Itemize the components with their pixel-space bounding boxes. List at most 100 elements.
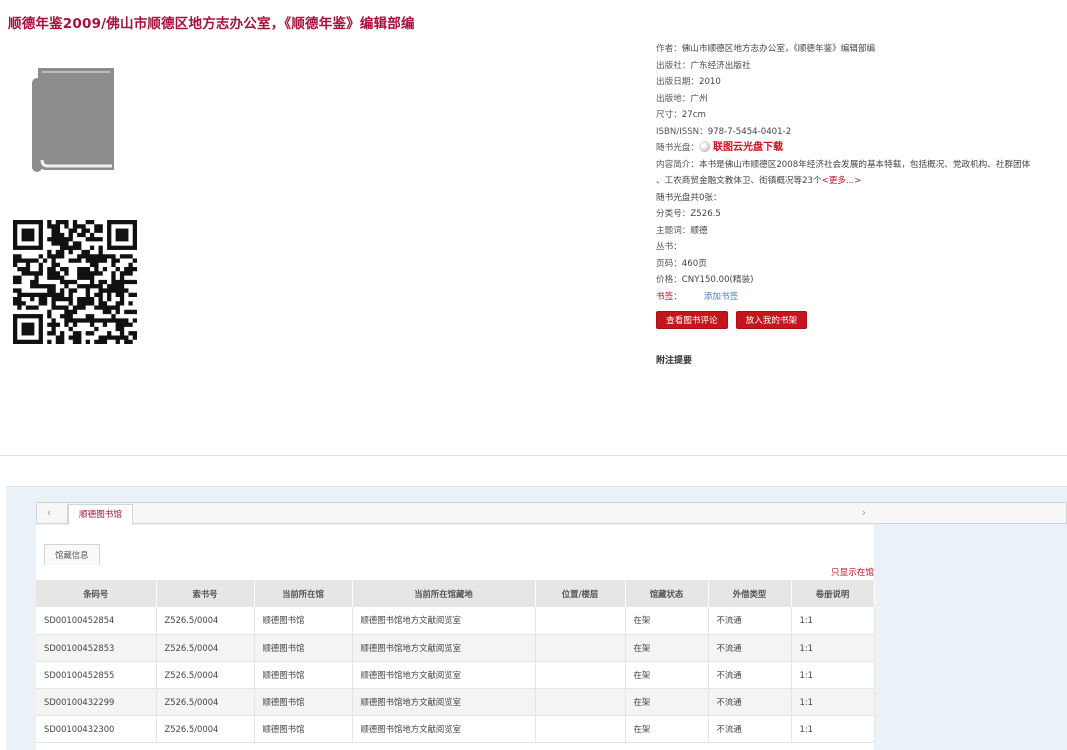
col-barcode: 条码号: [36, 580, 157, 607]
library-cell: 顺德图书馆: [254, 634, 353, 662]
barcode-cell: SD00100452855: [36, 661, 157, 689]
isbn-row: ISBN/ISSN：978-7-5454-0401-2: [656, 126, 792, 137]
location-cell: 顺德图书馆地方文献阅览室: [352, 634, 536, 662]
status-cell: 在架: [625, 661, 709, 689]
location-cell: 顺德图书馆地方文献阅览室: [352, 688, 536, 716]
call-number-cell: Z526.5/0004: [156, 634, 255, 662]
subject: 顺德: [690, 225, 708, 236]
col-floor: 位置/楼层: [535, 580, 626, 607]
table-row: SD00100452854 Z526.5/0004 顺德图书馆 顺德图书馆地方文…: [36, 607, 875, 635]
volume-cell: 1:1: [791, 688, 875, 716]
loan-type-cell: 不流通: [708, 607, 792, 635]
tags-row: 书签： 添加书签: [656, 291, 739, 302]
floor-cell: [535, 661, 626, 689]
status-cell: 在架: [625, 715, 709, 743]
publish-place: 广州: [690, 93, 708, 104]
series-row: 丛书：: [656, 242, 682, 252]
volume-cell: 1:1: [791, 607, 875, 635]
library-tabbar: ‹ 顺德图书馆 ›: [36, 502, 1067, 525]
col-call-number: 索书号: [156, 580, 255, 607]
book-size: 27cm: [681, 110, 706, 120]
qr-code-icon: [13, 220, 137, 344]
volume-cell: 1:1: [791, 634, 875, 662]
price: CNY150.00(精装): [681, 275, 754, 285]
library-cell: 顺德图书馆: [254, 688, 353, 716]
loan-type-cell: 不流通: [708, 715, 792, 743]
tab-library[interactable]: 顺德图书馆: [68, 504, 133, 525]
notes-heading: 附注提要: [656, 356, 693, 366]
add-bookmark-link[interactable]: 添加书签: [704, 292, 738, 302]
tab-holdings-info[interactable]: 馆藏信息: [44, 544, 100, 565]
summary-row-1: 内容简介：本书是佛山市顺德区2008年经济社会发展的基本特载，包括概况、党政机构…: [656, 159, 1031, 170]
floor-cell: [535, 688, 626, 716]
price-row: 价格：CNY150.00(精装): [656, 275, 754, 285]
location-cell: 顺德图书馆地方文献阅览室: [352, 715, 536, 743]
volume-cell: 1:1: [791, 661, 875, 689]
barcode-cell: SD00100432299: [36, 688, 157, 716]
size-row: 尺寸：27cm: [656, 110, 706, 120]
tab-scroll-left-icon[interactable]: ‹: [43, 506, 55, 519]
status-cell: 在架: [625, 688, 709, 716]
call-number-cell: Z526.5/0004: [156, 688, 255, 716]
summary-more-link[interactable]: <更多...>: [822, 176, 862, 186]
location-cell: 顺德图书馆地方文献阅览室: [352, 607, 536, 635]
table-row: SD00100452853 Z526.5/0004 顺德图书馆 顺德图书馆地方文…: [36, 634, 875, 662]
author-row: 作者：佛山市顺德区地方志办公室，《顺德年鉴》编辑部编: [656, 44, 876, 54]
view-reviews-button[interactable]: 查看图书评论: [656, 311, 728, 329]
status-cell: 在架: [625, 607, 709, 635]
place-row: 出版地：广州: [656, 93, 708, 104]
table-row: SD00100452855 Z526.5/0004 顺德图书馆 顺德图书馆地方文…: [36, 661, 875, 689]
publish-date: 2010: [698, 77, 721, 87]
disc-count-row: 随书光盘共0张：: [656, 192, 722, 203]
disc-download-link[interactable]: 联图云光盘下载: [713, 142, 783, 153]
call-number-cell: Z526.5/0004: [156, 607, 255, 635]
location-cell: 顺德图书馆地方文献阅览室: [352, 661, 536, 689]
pages-row: 页码：460页: [656, 258, 707, 269]
isbn: 978-7-5454-0401-2: [707, 126, 792, 137]
holdings-table: 条码号 索书号 当前所在馆 当前所在馆藏地 位置/楼层 馆藏状态 外借类型 卷册…: [36, 580, 875, 743]
subject-row: 主题词：顺德: [656, 225, 708, 236]
loan-type-cell: 不流通: [708, 661, 792, 689]
call-number-cell: Z526.5/0004: [156, 715, 255, 743]
volume-cell: 1:1: [791, 715, 875, 743]
date-row: 出版日期：2010: [656, 77, 721, 87]
floor-cell: [535, 607, 626, 635]
floor-cell: [535, 715, 626, 743]
add-to-shelf-button[interactable]: 放入我的书架: [735, 311, 808, 329]
disc-row: 随书光盘： 联图云光盘下载: [656, 141, 783, 153]
show-only-available-link[interactable]: 只显示在馆: [831, 566, 874, 578]
summary-text-2: 、工农商贸金融文教体卫、街镇概况等23个: [656, 176, 822, 186]
loan-type-cell: 不流通: [708, 634, 792, 662]
loan-type-cell: 不流通: [708, 688, 792, 716]
pages: 460页: [681, 258, 707, 269]
disc-icon: [698, 141, 710, 152]
col-status: 馆藏状态: [625, 580, 709, 607]
library-cell: 顺德图书馆: [254, 607, 353, 635]
class-row: 分类号：Z526.5: [656, 209, 721, 219]
action-buttons: 查看图书评论 放入我的书架: [656, 311, 808, 329]
book-info: 作者：佛山市顺德区地方志办公室，《顺德年鉴》编辑部编 出版社：广东经济出版社 出…: [656, 41, 1061, 305]
page-title: 顺德年鉴2009/佛山市顺德区地方志办公室，《顺德年鉴》编辑部编: [8, 16, 415, 32]
holdings-content: 馆藏信息 只显示在馆 条码号 索书号 当前所在馆 当前所在馆藏地 位置/楼层 馆…: [36, 525, 875, 750]
table-header-row: 条码号 索书号 当前所在馆 当前所在馆藏地 位置/楼层 馆藏状态 外借类型 卷册…: [36, 580, 875, 607]
book-icon: [32, 68, 116, 172]
call-number-cell: Z526.5/0004: [156, 661, 255, 689]
library-cell: 顺德图书馆: [254, 661, 353, 689]
barcode-cell: SD00100452853: [36, 634, 157, 662]
col-library: 当前所在馆: [254, 580, 353, 607]
divider: [0, 455, 1067, 456]
col-loan-type: 外借类型: [708, 580, 792, 607]
summary-row-2: 、工农商贸金融文教体卫、街镇概况等23个<更多...>: [656, 173, 1061, 190]
floor-cell: [535, 634, 626, 662]
col-volume: 卷册说明: [791, 580, 875, 607]
summary-text-1: 本书是佛山市顺德区2008年经济社会发展的基本特载，包括概况、党政机构、社群团体: [698, 159, 1031, 170]
status-cell: 在架: [625, 634, 709, 662]
publisher: 广东经济出版社: [690, 60, 751, 71]
author: 佛山市顺德区地方志办公室，《顺德年鉴》编辑部编: [681, 44, 876, 54]
class-number: Z526.5: [690, 209, 721, 219]
barcode-cell: SD00100432300: [36, 715, 157, 743]
tab-scroll-right-icon[interactable]: ›: [858, 506, 870, 519]
barcode-cell: SD00100452854: [36, 607, 157, 635]
publisher-row: 出版社：广东经济出版社: [656, 60, 751, 71]
table-row: SD00100432299 Z526.5/0004 顺德图书馆 顺德图书馆地方文…: [36, 688, 875, 716]
